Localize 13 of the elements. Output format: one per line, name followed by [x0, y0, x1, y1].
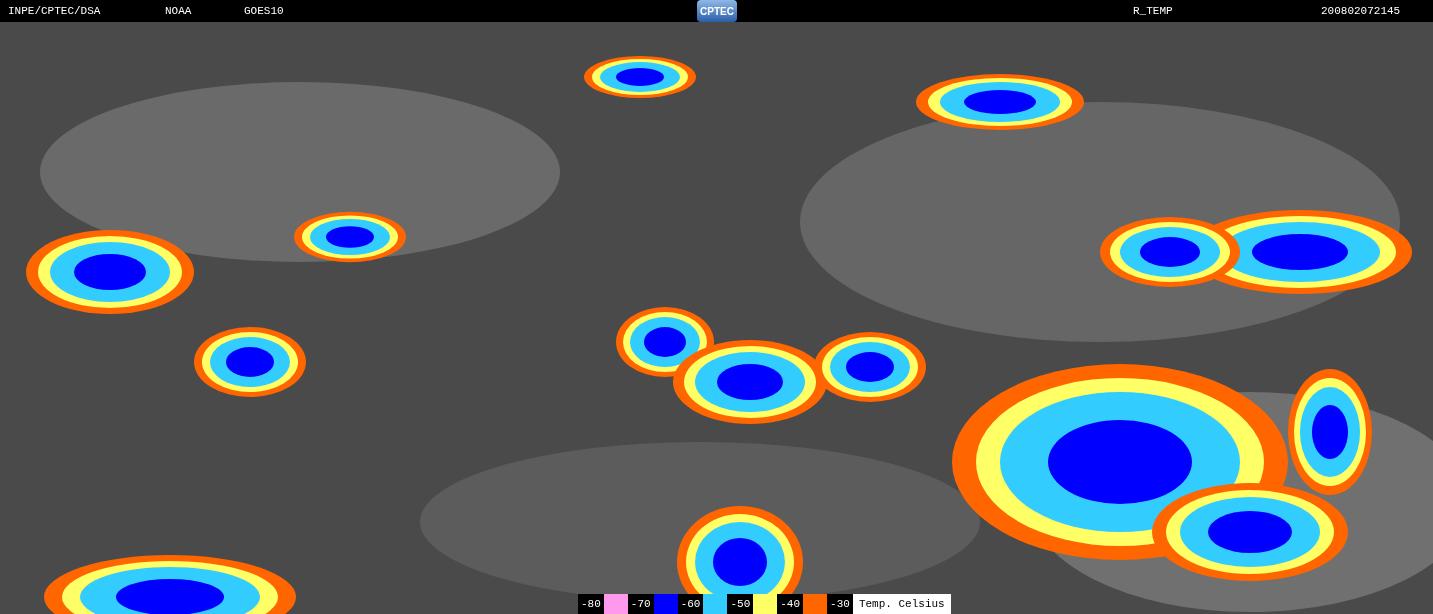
legend-value: -50	[727, 594, 754, 614]
legend-value: -60	[677, 594, 704, 614]
satellite-label: GOES10	[244, 3, 284, 19]
product-label: R_TEMP	[1133, 3, 1173, 19]
legend-value: -40	[777, 594, 804, 614]
legend-value: -30	[827, 594, 853, 614]
legend-unit: Temp. Celsius	[857, 596, 946, 612]
logo: CPTEC	[697, 0, 737, 22]
source-label: INPE/CPTEC/DSA	[8, 3, 102, 19]
legend-value: -80	[578, 594, 604, 614]
timestamp-label: 200802072145	[1321, 3, 1401, 19]
legend-value: -70	[627, 594, 654, 614]
agency-label: NOAA	[165, 3, 193, 19]
